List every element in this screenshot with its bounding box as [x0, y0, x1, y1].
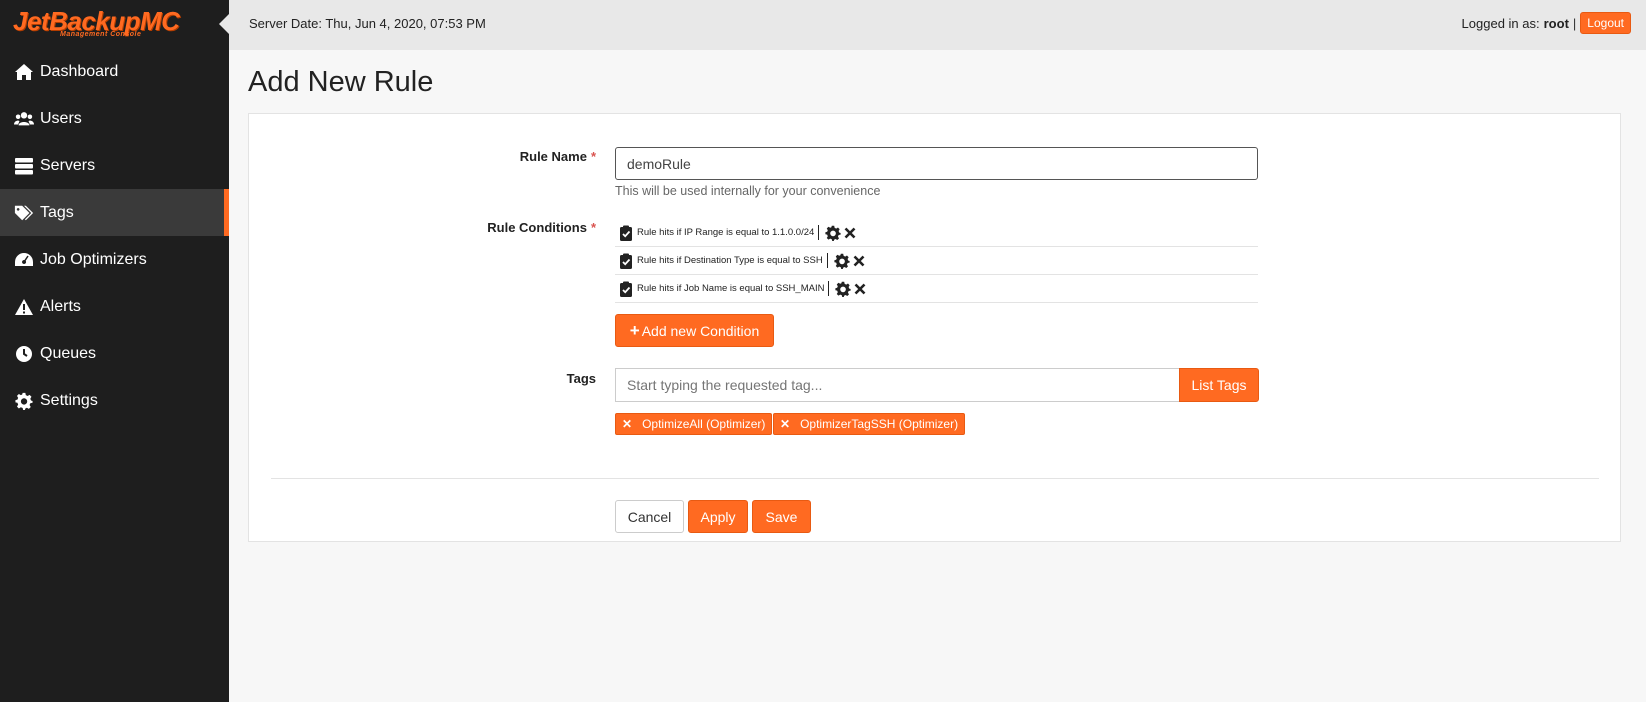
warning-icon	[13, 297, 35, 317]
condition-divider	[826, 253, 828, 268]
add-condition-label: Add new Condition	[641, 322, 760, 339]
sidebar-item-job-optimizers[interactable]: Job Optimizers	[0, 236, 229, 283]
servers-icon	[13, 156, 35, 176]
topbar: Server Date: Thu, Jun 4, 2020, 07:53 PM …	[229, 0, 1646, 50]
sidebar: JetBackupMC Management Console Dashboard…	[0, 0, 229, 702]
rule-form-panel: Rule Name * demoRule This will be used in…	[248, 113, 1621, 542]
page-title: Add New Rule	[248, 66, 434, 98]
sidebar-item-label: Alerts	[40, 297, 81, 315]
sidebar-item-alerts[interactable]: Alerts	[0, 283, 229, 330]
list-tags-button[interactable]: List Tags	[1179, 368, 1259, 402]
apply-button[interactable]: Apply	[688, 500, 748, 533]
rule-name-label-text: Rule Name	[519, 149, 587, 164]
login-info: Logged in as: root | Logout	[1462, 12, 1631, 34]
brand-logo[interactable]: JetBackupMC Management Console	[0, 0, 229, 48]
clipboard-check-icon	[620, 225, 632, 241]
sidebar-item-label: Queues	[40, 344, 97, 362]
sidebar-item-label: Dashboard	[40, 62, 119, 80]
sidebar-item-label: Job Optimizers	[40, 250, 147, 268]
edit-condition-gear-icon[interactable]	[835, 281, 852, 297]
required-mark: *	[590, 149, 596, 164]
logout-button[interactable]: Logout	[1580, 12, 1631, 34]
rule-conditions-label-text: Rule Conditions	[487, 220, 587, 235]
clipboard-check-icon	[620, 281, 632, 297]
condition-item: Rule hits if Job Name is equal to SSH_MA…	[615, 275, 1258, 303]
sidebar-item-label: Servers	[40, 156, 96, 174]
brand-subtitle: Management Console	[60, 31, 142, 38]
required-mark: *	[590, 220, 596, 235]
users-icon	[13, 109, 35, 129]
sidebar-item-servers[interactable]: Servers	[0, 142, 229, 189]
plus-icon: +	[629, 320, 640, 340]
clock-icon	[13, 344, 35, 364]
condition-text: Rule hits if IP Range is equal to 1.1.0.…	[637, 227, 815, 238]
sidebar-item-label: Tags	[40, 203, 74, 221]
sidebar-item-queues[interactable]: Queues	[0, 330, 229, 377]
logged-in-label: Logged in as:	[1461, 15, 1540, 31]
tags-label: Tags	[566, 371, 596, 386]
rule-name-label: Rule Name *	[249, 149, 596, 164]
speedometer-icon	[13, 250, 35, 270]
remove-condition-close-icon[interactable]	[844, 227, 856, 239]
edit-condition-gear-icon[interactable]	[834, 253, 850, 269]
rule-name-input[interactable]: demoRule	[615, 147, 1258, 180]
condition-text: Rule hits if Job Name is equal to SSH_MA…	[637, 283, 825, 294]
sidebar-item-settings[interactable]: Settings	[0, 377, 229, 424]
remove-tag-close-icon[interactable]: ✕	[780, 417, 790, 431]
condition-item: Rule hits if Destination Type is equal t…	[615, 247, 1258, 275]
sidebar-item-dashboard[interactable]: Dashboard	[0, 48, 229, 95]
conditions-list: Rule hits if IP Range is equal to 1.1.0.…	[615, 219, 1258, 303]
sidebar-item-label: Settings	[40, 391, 98, 409]
selected-tag-chip: ✕ OptimizerTagSSH (Optimizer)	[773, 413, 966, 435]
edit-condition-gear-icon[interactable]	[825, 225, 841, 241]
form-divider	[271, 478, 1599, 479]
cancel-button[interactable]: Cancel	[615, 500, 684, 533]
sidebar-collapse-caret-icon[interactable]	[219, 14, 229, 34]
tags-icon	[13, 203, 35, 223]
condition-divider	[818, 225, 820, 240]
clipboard-check-icon	[620, 253, 632, 269]
condition-divider	[828, 281, 830, 296]
separator: |	[1572, 15, 1577, 31]
rule-name-value: demoRule	[627, 155, 691, 172]
selected-tag-chip: ✕ OptimizeAll (Optimizer)	[615, 413, 773, 435]
remove-condition-close-icon[interactable]	[854, 283, 866, 295]
remove-tag-close-icon[interactable]: ✕	[622, 417, 632, 431]
server-date: Server Date: Thu, Jun 4, 2020, 07:53 PM	[249, 16, 486, 31]
sidebar-item-users[interactable]: Users	[0, 95, 229, 142]
sidebar-item-label: Users	[40, 109, 82, 127]
remove-condition-close-icon[interactable]	[853, 255, 865, 267]
add-condition-button[interactable]: + Add new Condition	[615, 314, 774, 347]
sidebar-nav: Dashboard Users Servers Tags Job Optimiz…	[0, 48, 229, 424]
save-button[interactable]: Save	[752, 500, 811, 533]
condition-text: Rule hits if Destination Type is equal t…	[637, 255, 823, 266]
gear-icon	[13, 391, 35, 411]
tag-chip-label: OptimizerTagSSH (Optimizer)	[800, 417, 959, 431]
username: root	[1543, 15, 1569, 31]
rule-name-help: This will be used internally for your co…	[615, 184, 881, 198]
tag-chip-label: OptimizeAll (Optimizer)	[642, 417, 766, 431]
sidebar-item-tags[interactable]: Tags	[0, 189, 229, 236]
home-icon	[13, 62, 35, 82]
rule-conditions-label: Rule Conditions *	[249, 220, 596, 235]
condition-item: Rule hits if IP Range is equal to 1.1.0.…	[615, 219, 1258, 247]
tag-search-input[interactable]	[615, 368, 1180, 402]
